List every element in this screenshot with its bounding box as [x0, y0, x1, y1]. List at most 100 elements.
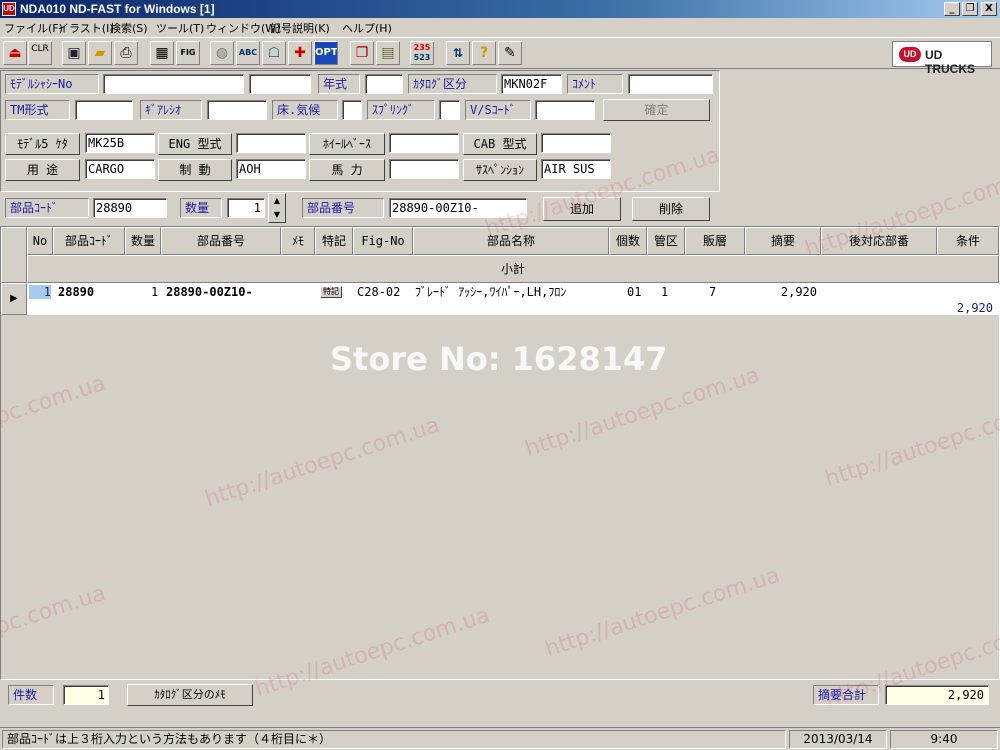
- vs-code-label: V/Sｺｰﾄﾞ: [465, 100, 531, 120]
- menu-symbols[interactable]: 記号説明(K): [270, 20, 330, 36]
- restore-button[interactable]: ❐: [962, 2, 978, 16]
- quantity-input[interactable]: 1: [227, 198, 265, 218]
- eng-type-field[interactable]: [236, 133, 306, 153]
- brake-field[interactable]: AOH: [236, 159, 306, 179]
- book-icon[interactable]: ❐: [350, 41, 374, 65]
- menu-file[interactable]: ファイル(F): [4, 20, 63, 36]
- catalog-class-field[interactable]: MKN02F: [501, 74, 562, 94]
- app-icon[interactable]: UD: [2, 2, 16, 16]
- model-chassis-no-field[interactable]: [103, 74, 244, 94]
- count-value: 1: [63, 685, 109, 705]
- suspension-button[interactable]: ｻｽﾍﾟﾝｼｮﾝ: [463, 159, 537, 181]
- col-header-note[interactable]: 特記: [315, 227, 353, 255]
- delete-button[interactable]: 削除: [632, 197, 710, 221]
- cell-part-code[interactable]: 28890: [58, 285, 94, 299]
- cell-district[interactable]: 1: [661, 285, 668, 299]
- col-header-summary[interactable]: 摘要: [745, 227, 821, 255]
- suspension-field[interactable]: AIR SUS: [541, 159, 611, 179]
- cell-fig-no[interactable]: C28-02: [357, 285, 400, 299]
- minimize-button[interactable]: _: [944, 2, 960, 16]
- part-code-input[interactable]: 28890: [93, 198, 167, 218]
- quantity-stepper[interactable]: ▲ ▼: [268, 193, 286, 223]
- comment-field[interactable]: [628, 74, 713, 94]
- col-header-part-code[interactable]: 部品ｺｰﾄﾞ: [53, 227, 125, 255]
- cell-note-button[interactable]: 特記: [320, 286, 342, 298]
- vs-code-field[interactable]: [535, 100, 595, 120]
- col-header-part-number[interactable]: 部品番号: [161, 227, 281, 255]
- col-header-successor[interactable]: 後対応部番: [821, 227, 937, 255]
- brake-button[interactable]: 制 動: [158, 159, 232, 181]
- tm-field[interactable]: [75, 100, 133, 120]
- ln-icon[interactable]: ⇅: [446, 41, 470, 65]
- col-header-sales-layer[interactable]: 販層: [685, 227, 745, 255]
- help-icon[interactable]: ?: [472, 41, 496, 65]
- cell-part-number[interactable]: 28890-00Z10-: [166, 285, 253, 299]
- col-header-no[interactable]: No: [27, 227, 53, 255]
- spring-field[interactable]: [439, 100, 460, 120]
- pencil-icon[interactable]: ✎: [498, 41, 522, 65]
- exit-icon[interactable]: ⏏: [3, 41, 27, 65]
- col-header-quantity[interactable]: 数量: [125, 227, 161, 255]
- cell-part-name[interactable]: ﾌﾞﾚｰﾄﾞ ｱｯｼｰ,ﾜｲﾊﾟｰ,LH,ﾌﾛﾝ: [415, 285, 607, 299]
- clipboard-icon[interactable]: ▤: [376, 41, 400, 65]
- medical-icon[interactable]: ✚: [288, 41, 312, 65]
- horsepower-button[interactable]: 馬 力: [309, 159, 385, 181]
- model5-digit-button[interactable]: ﾓﾃﾞﾙ5 ｹﾀ: [5, 133, 80, 155]
- wheelbase-field[interactable]: [389, 133, 459, 153]
- col-header-condition[interactable]: 条件: [937, 227, 999, 255]
- cell-no[interactable]: 1: [29, 285, 51, 299]
- part-number-input[interactable]: 28890-00Z10-: [389, 198, 527, 218]
- eng-type-button[interactable]: ENG 型式: [158, 133, 232, 155]
- close-button[interactable]: X: [981, 2, 997, 16]
- subtotal-header: 小計: [27, 255, 999, 283]
- cell-summary[interactable]: 2,920: [771, 285, 817, 299]
- catalog-memo-button[interactable]: ｶﾀﾛｸﾞ区分のﾒﾓ: [127, 684, 253, 706]
- catalog-class-label: ｶﾀﾛｸﾞ区分: [408, 74, 497, 94]
- opt-icon[interactable]: OPT: [314, 41, 338, 65]
- stepper-up-icon[interactable]: ▲: [269, 194, 285, 208]
- horsepower-field[interactable]: [389, 159, 459, 179]
- usage-button[interactable]: 用 途: [5, 159, 80, 181]
- abc-icon[interactable]: ABC: [236, 41, 260, 65]
- col-header-district[interactable]: 管区: [647, 227, 685, 255]
- col-header-memo[interactable]: ﾒﾓ: [281, 227, 315, 255]
- floor-climate-label: 床.気候: [272, 100, 338, 120]
- image-icon[interactable]: ☖: [262, 41, 286, 65]
- clear-icon[interactable]: CLR: [28, 41, 52, 65]
- window-title: NDA010 ND-FAST for Windows [1]: [20, 2, 215, 16]
- col-header-part-name[interactable]: 部品名称: [413, 227, 609, 255]
- grid-icon[interactable]: ▦: [150, 41, 174, 65]
- title-bar: UD NDA010 ND-FAST for Windows [1] _ ❐ X: [0, 0, 1000, 18]
- cell-sales-layer[interactable]: 7: [709, 285, 716, 299]
- model5-digit-field[interactable]: MK25B: [85, 133, 155, 153]
- menu-illustration[interactable]: イラスト(I): [58, 20, 114, 36]
- menu-tools[interactable]: ツール(T): [156, 20, 204, 36]
- floor-climate-field[interactable]: [342, 100, 362, 120]
- year-field[interactable]: [365, 74, 403, 94]
- cell-count[interactable]: 01: [627, 285, 641, 299]
- menu-help[interactable]: ヘルプ(H): [342, 20, 392, 36]
- usage-field[interactable]: CARGO: [85, 159, 155, 179]
- cell-quantity[interactable]: 1: [151, 285, 158, 299]
- cab-type-button[interactable]: CAB 型式: [463, 133, 537, 155]
- part-number-label: 部品番号: [302, 198, 384, 218]
- col-header-fig-no[interactable]: Fig-No: [353, 227, 413, 255]
- gear-ratio-field[interactable]: [207, 100, 267, 120]
- numbers-icon[interactable]: 235 523: [410, 41, 434, 65]
- model-chassis-no-field-2[interactable]: [249, 74, 311, 94]
- globe-icon[interactable]: ◍: [210, 41, 234, 65]
- fig-icon[interactable]: FIG: [176, 41, 200, 65]
- wheelbase-button[interactable]: ﾎｲｰﾙﾍﾞｰｽ: [309, 133, 385, 155]
- add-button[interactable]: 追加: [543, 197, 621, 221]
- save-icon[interactable]: ▣: [62, 41, 86, 65]
- print-icon[interactable]: ⎙: [114, 41, 138, 65]
- col-header-count[interactable]: 個数: [609, 227, 647, 255]
- stepper-down-icon[interactable]: ▼: [269, 208, 285, 222]
- confirm-button[interactable]: 確定: [603, 99, 710, 121]
- menu-search[interactable]: 検索(S): [110, 20, 148, 36]
- summary-total-label: 摘要合計: [813, 685, 879, 705]
- status-hint: 部品ｺｰﾄﾞは上３桁入力という方法もあります（４桁目に＊）: [2, 730, 786, 749]
- cab-type-field[interactable]: [541, 133, 611, 153]
- open-folder-icon[interactable]: ▰: [88, 41, 112, 65]
- row-indicator-icon[interactable]: ▶: [1, 283, 27, 315]
